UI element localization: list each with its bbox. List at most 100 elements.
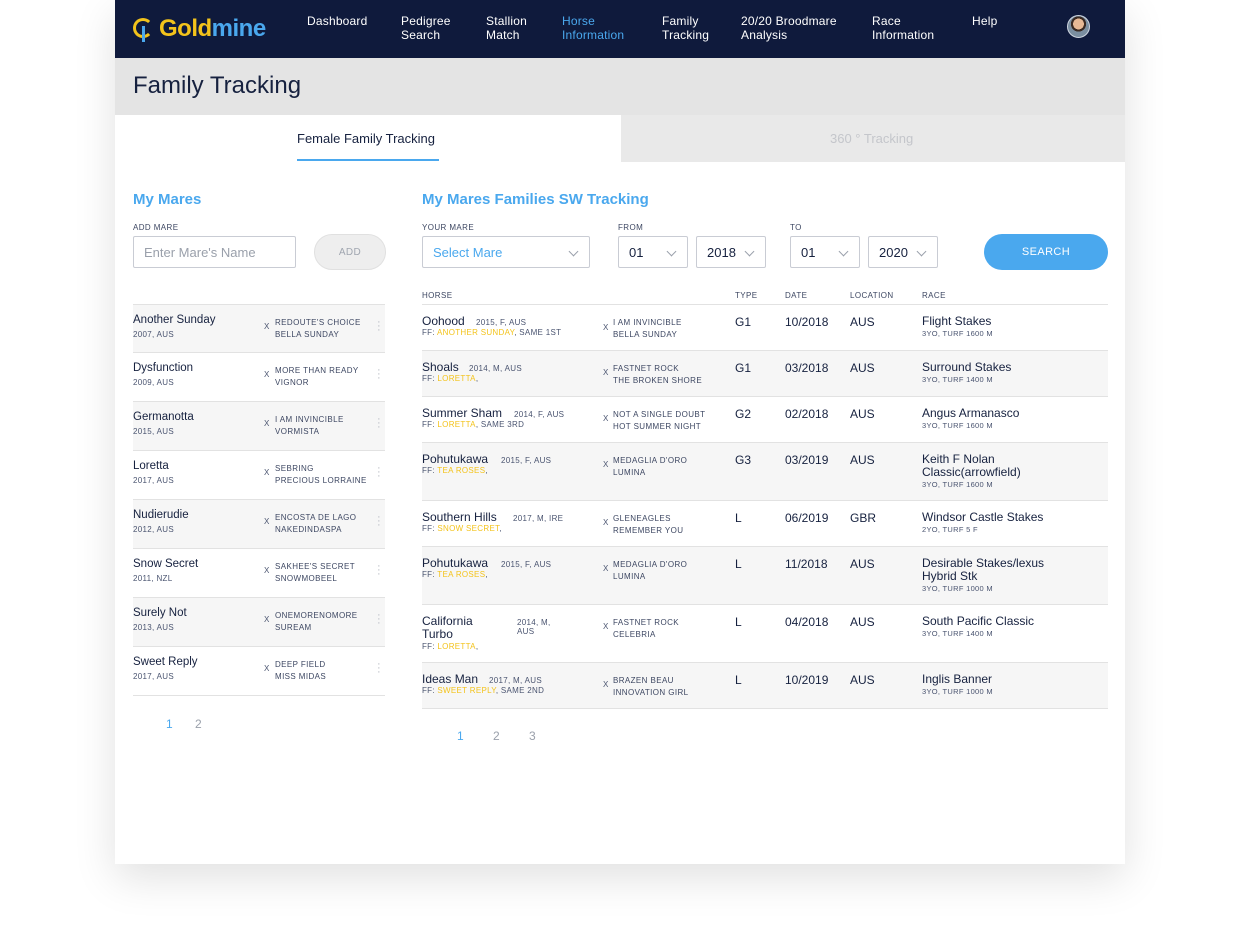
nav-pedigree-search[interactable]: Pedigree Search [401, 14, 451, 42]
horse-name[interactable]: Oohood [422, 315, 465, 328]
race-name[interactable]: Inglis Banner [922, 673, 1092, 686]
from-month-dropdown[interactable]: 01 [618, 236, 688, 268]
horse-dam: REMEMBER YOU [613, 525, 684, 535]
chevron-down-icon [744, 246, 755, 257]
horse-dam: LUMINA [613, 571, 646, 581]
mare-row[interactable]: Sweet Reply 2017, AUS X DEEP FIELD MISS MIDA… [133, 647, 385, 696]
mare-list: Another Sunday 2007, AUS X REDOUTE'S CHOICE… [133, 304, 385, 696]
more-options-icon[interactable]: · · · [377, 561, 381, 580]
nav-horse-information[interactable]: Horse Information [562, 14, 624, 42]
table-row[interactable]: Ideas Man 2017, M, AUS FF: SWEET REPLY, SA… [422, 663, 1108, 709]
mare-name-input[interactable]: Enter Mare's Name [133, 236, 296, 268]
goldmine-logo[interactable]: Goldmine [133, 14, 266, 44]
horse-name[interactable]: Pohutukawa [422, 557, 488, 570]
race-name[interactable]: Keith F Nolan Classic(arrowfield) [922, 453, 1072, 478]
table-row[interactable]: Pohutukawa 2015, F, AUS FF: TEA ROSES, X MED… [422, 443, 1108, 501]
horse-name[interactable]: Summer Sham [422, 407, 502, 420]
family-mare-link[interactable]: LORETTA [437, 374, 475, 383]
race-name[interactable]: Angus Armanasco [922, 407, 1092, 420]
cross-marker: X [264, 517, 270, 526]
more-options-icon[interactable]: · · · [377, 463, 381, 482]
horse-name[interactable]: Pohutukawa [422, 453, 488, 466]
family-info: FF: LORETTA, [422, 642, 478, 651]
more-options-icon[interactable]: · · · [377, 610, 381, 629]
col-location: LOCATION [850, 291, 894, 300]
mare-name: Sweet Reply [133, 656, 198, 668]
mare-row[interactable]: Surely Not 2013, AUS X ONEMORENOMORE SUREAM ·… [133, 598, 385, 647]
table-row[interactable]: Oohood 2015, F, AUS FF: ANOTHER SUNDAY, SA… [422, 305, 1108, 351]
table-row[interactable]: Southern Hills 2017, M, IRE FF: SNOW SECRE… [422, 501, 1108, 547]
more-options-icon[interactable]: · · · [377, 317, 381, 336]
to-year-dropdown[interactable]: 2020 [868, 236, 938, 268]
table-row[interactable]: Shoals 2014, M, AUS FF: LORETTA, X FASTNET R… [422, 351, 1108, 397]
select-mare-dropdown[interactable]: Select Mare [422, 236, 590, 268]
mare-row[interactable]: Snow Secret 2011, NZL X SAKHEE'S SECRET SNOW… [133, 549, 385, 598]
race-meta: 3YO, TURF 1400 M [922, 629, 993, 638]
horse-sire: MEDAGLIA D'ORO [613, 456, 688, 465]
race-name[interactable]: South Pacific Classic [922, 615, 1092, 628]
nav-stallion-match[interactable]: Stallion Match [486, 14, 527, 42]
more-options-icon[interactable]: · · · [377, 512, 381, 531]
cross-marker: X [603, 368, 609, 377]
family-info: FF: TEA ROSES, [422, 570, 488, 579]
cross-marker: X [603, 518, 609, 527]
family-info: FF: TEA ROSES, [422, 466, 488, 475]
race-name[interactable]: Surround Stakes [922, 361, 1092, 374]
user-avatar[interactable] [1067, 15, 1090, 38]
family-mare-link[interactable]: SNOW SECRET [437, 524, 499, 533]
table-row[interactable]: California Turbo 2014, M, AUS FF: LORETTA,… [422, 605, 1108, 663]
more-options-icon[interactable]: · · · [377, 365, 381, 384]
to-month-dropdown[interactable]: 01 [790, 236, 860, 268]
race-type: L [735, 557, 742, 571]
family-suffix: , [485, 570, 488, 579]
mare-row[interactable]: Another Sunday 2007, AUS X REDOUTE'S CHOICE… [133, 304, 385, 353]
table-row[interactable]: Pohutukawa 2015, F, AUS FF: TEA ROSES, X MED… [422, 547, 1108, 605]
family-mare-link[interactable]: ANOTHER SUNDAY [437, 328, 514, 337]
family-suffix: , SAME 3RD [475, 420, 525, 429]
race-name[interactable]: Windsor Castle Stakes [922, 511, 1092, 524]
race-location: AUS [850, 453, 875, 467]
race-name[interactable]: Desirable Stakes/lexus Hybrid Stk [922, 557, 1072, 582]
from-label: FROM [618, 223, 644, 232]
more-options-icon[interactable]: · · · [377, 659, 381, 678]
add-mare-button[interactable]: ADD [314, 234, 386, 270]
mare-row[interactable]: Germanotta 2015, AUS X I AM INVINCIBLE VORMI… [133, 402, 385, 451]
family-prefix: FF: [422, 420, 438, 429]
nav-family-tracking[interactable]: Family Tracking [662, 14, 709, 42]
nav-dashboard[interactable]: Dashboard [307, 14, 368, 28]
mares-page-2[interactable]: 2 [195, 717, 202, 731]
results-page-1[interactable]: 1 [457, 729, 464, 743]
from-year-dropdown[interactable]: 2018 [696, 236, 766, 268]
more-options-icon[interactable]: · · · [377, 414, 381, 433]
add-mare-label: ADD MARE [133, 223, 179, 232]
family-mare-link[interactable]: LORETTA [437, 420, 475, 429]
race-location: AUS [850, 361, 875, 375]
col-horse: HORSE [422, 291, 453, 300]
race-name[interactable]: Flight Stakes [922, 315, 1092, 328]
mare-meta: 2007, AUS [133, 330, 174, 339]
family-suffix: , [475, 642, 479, 651]
nav-broodmare-analysis[interactable]: 20/20 Broodmare Analysis [741, 14, 837, 42]
your-mare-label: YOUR MARE [422, 223, 475, 232]
mares-page-1[interactable]: 1 [166, 717, 173, 731]
mare-row[interactable]: Nudierudie 2012, AUS X ENCOSTA DE LAGO NAKED… [133, 500, 385, 549]
results-page-2[interactable]: 2 [493, 729, 500, 743]
table-row[interactable]: Summer Sham 2014, F, AUS FF: LORETTA, SAME… [422, 397, 1108, 443]
family-mare-link[interactable]: TEA ROSES [437, 466, 485, 475]
results-page-3[interactable]: 3 [529, 729, 536, 743]
nav-help[interactable]: Help [972, 14, 997, 28]
horse-name[interactable]: Shoals [422, 361, 459, 374]
family-mare-link[interactable]: TEA ROSES [437, 570, 485, 579]
search-button[interactable]: SEARCH [984, 234, 1108, 270]
horse-name[interactable]: Southern Hills [422, 511, 497, 524]
race-type: L [735, 673, 742, 687]
family-mare-link[interactable]: LORETTA [437, 642, 475, 651]
nav-race-information[interactable]: Race Information [872, 14, 934, 42]
mare-row[interactable]: Dysfunction 2009, AUS X MORE THAN READY VIGN… [133, 353, 385, 402]
horse-name[interactable]: California Turbo [422, 615, 492, 641]
horse-name[interactable]: Ideas Man [422, 673, 478, 686]
mare-row[interactable]: Loretta 2017, AUS X SEBRING PRECIOUS LORRAIN… [133, 451, 385, 500]
chevron-down-icon [666, 246, 677, 257]
family-mare-link[interactable]: SWEET REPLY [437, 686, 495, 695]
horse-dam: INNOVATION GIRL [613, 687, 689, 697]
